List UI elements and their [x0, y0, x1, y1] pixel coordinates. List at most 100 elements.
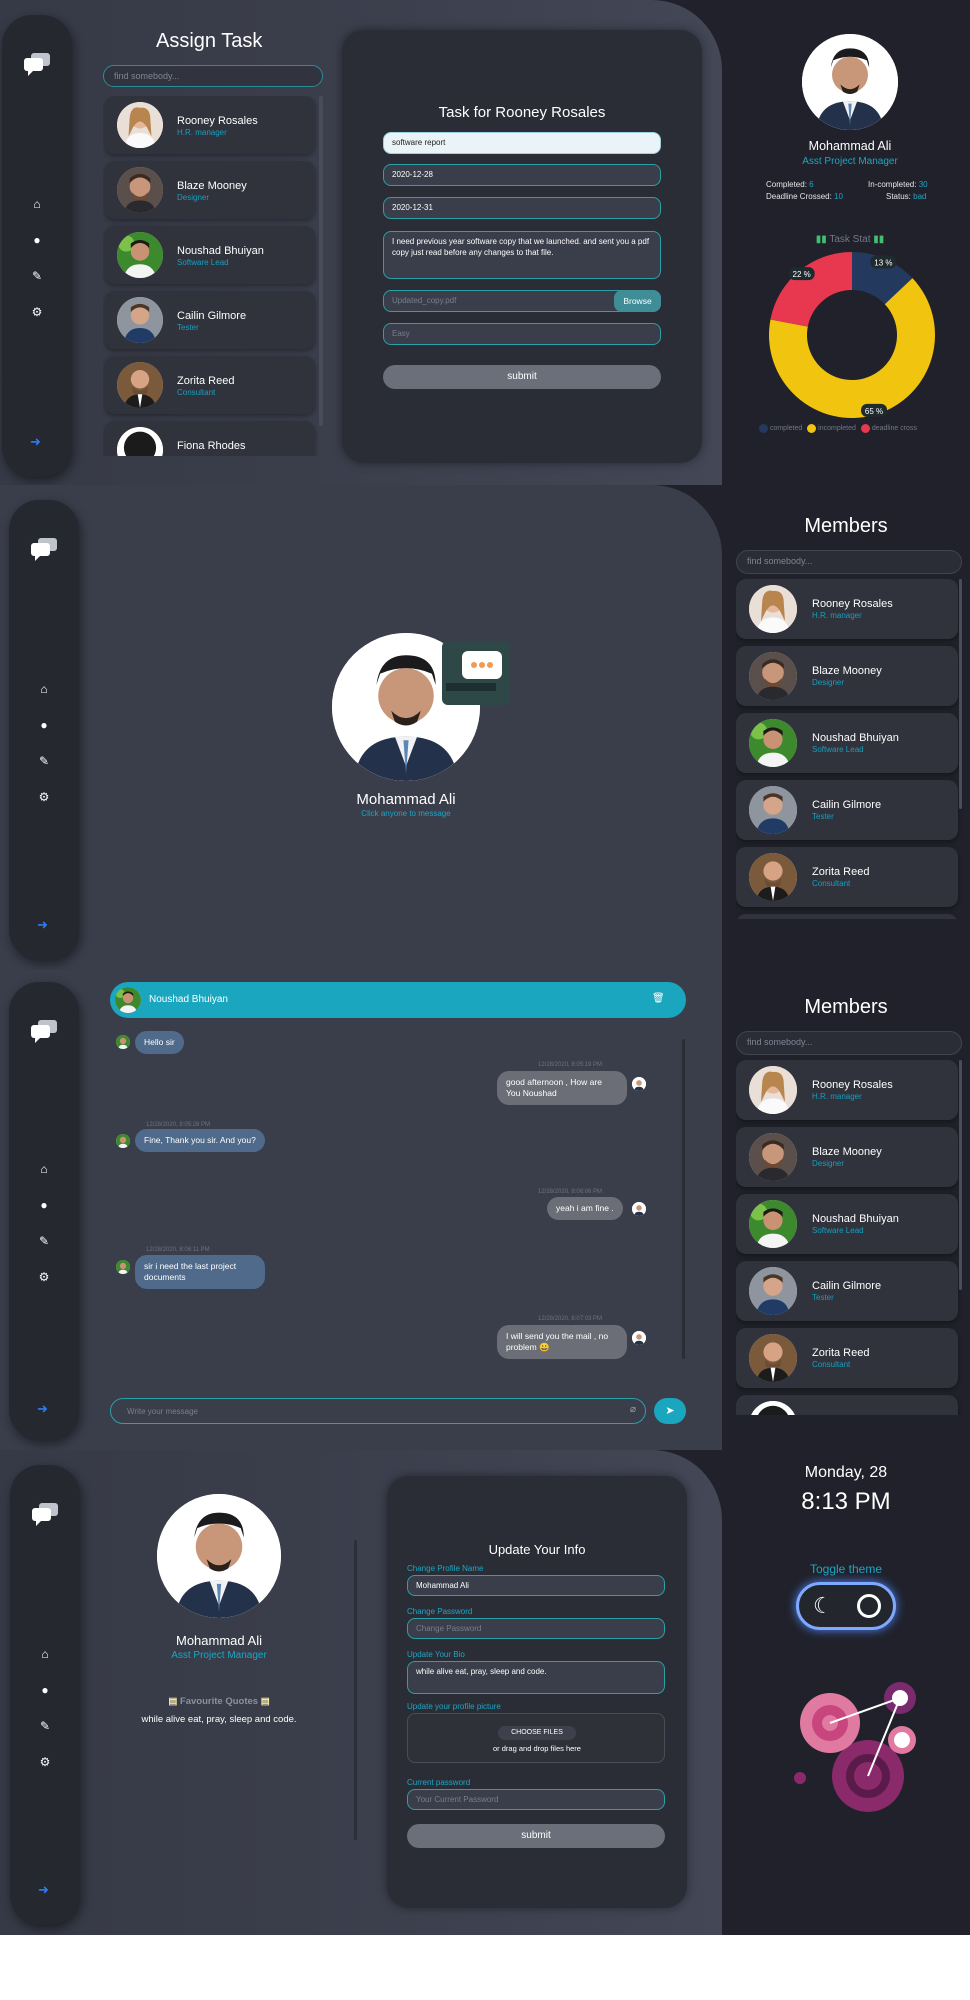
difficulty-input[interactable]: Easy — [383, 323, 661, 345]
member-card[interactable]: Cailin Gilmore Tester — [736, 780, 958, 840]
avatar — [749, 652, 797, 700]
chat-icon[interactable]: ● — [37, 1198, 51, 1212]
member-name: Noushad Bhuiyan — [177, 245, 264, 257]
member-card[interactable]: Blaze Mooney Designer — [736, 646, 958, 706]
logout-icon[interactable]: ➜ — [30, 435, 44, 449]
deadline-label: Deadline Crossed: — [766, 192, 832, 201]
profile-name-input[interactable]: Mohammad Ali — [407, 1575, 665, 1596]
member-card[interactable]: Zorita Reed Consultant — [736, 1328, 958, 1388]
start-date-input[interactable]: 2020-12-28 — [383, 164, 661, 186]
member-card[interactable]: Noushad Bhuiyan Software Lead — [105, 226, 315, 284]
current-password-input[interactable]: Your Current Password — [407, 1789, 665, 1810]
member-card[interactable]: Fiona Rhodes — [105, 421, 315, 456]
field-label: Change Profile Name — [407, 1564, 484, 1573]
messages-scrollbar[interactable] — [682, 1039, 685, 1359]
assign-title: Assign Task — [156, 30, 263, 52]
donut-slice[interactable] — [770, 252, 852, 327]
chat-logo-icon — [29, 1018, 59, 1044]
bio-textarea[interactable]: while alive eat, pray, sleep and code. — [407, 1661, 665, 1694]
update-form-title: Update Your Info — [488, 1542, 586, 1557]
sidebar-nav: ⌂ ● ✎ ⚙ — [10, 1647, 80, 1791]
end-date-input[interactable]: 2020-12-31 — [383, 197, 661, 219]
typing-chat-icon — [442, 641, 510, 705]
member-list-scrollbar[interactable] — [319, 96, 323, 426]
member-card[interactable]: Zorita Reed Consultant — [105, 356, 315, 414]
attach-icon[interactable]: ⌀ — [630, 1404, 636, 1415]
gear-icon[interactable]: ⚙ — [37, 1270, 51, 1284]
description-textarea[interactable]: I need previous year software copy that … — [383, 231, 661, 279]
legend-item[interactable]: deadline cross — [858, 424, 917, 433]
member-card[interactable]: Blaze Mooney Designer — [105, 161, 315, 219]
chat-logo-icon — [30, 1501, 60, 1527]
home-icon[interactable]: ⌂ — [37, 1162, 51, 1176]
chat-icon[interactable]: ● — [37, 718, 51, 732]
user-name: Mohammad Ali — [356, 791, 456, 808]
sidebar: ⌂ ● ✎ ⚙ ➜ — [2, 15, 72, 477]
file-drop-zone[interactable]: CHOOSE FILES or drag and drop files here — [407, 1713, 665, 1763]
choose-files-button[interactable]: CHOOSE FILES — [498, 1726, 576, 1740]
gear-icon[interactable]: ⚙ — [37, 790, 51, 804]
member-card[interactable] — [736, 1395, 958, 1415]
sidebar: ⌂ ● ✎ ⚙ ➜ — [9, 500, 79, 960]
member-name: Fiona Rhodes — [177, 440, 246, 452]
members-scrollbar[interactable] — [959, 1060, 962, 1290]
member-card[interactable]: Rooney Rosales H.R. manager — [736, 1060, 958, 1120]
moon-icon: ☾ — [813, 1593, 833, 1618]
task-stat-donut-chart: 13 % 65 % 22 % — [769, 252, 935, 418]
edit-icon[interactable]: ✎ — [30, 269, 44, 283]
theme-toggle[interactable]: ☾ — [796, 1582, 896, 1630]
legend-item[interactable]: incompleted — [804, 424, 856, 433]
home-icon[interactable]: ⌂ — [38, 1647, 52, 1661]
gear-icon[interactable]: ⚙ — [38, 1755, 52, 1769]
member-card[interactable]: Noushad Bhuiyan Software Lead — [736, 713, 958, 773]
member-card[interactable]: Blaze Mooney Designer — [736, 1127, 958, 1187]
member-card[interactable]: Zorita Reed Consultant — [736, 847, 958, 907]
member-card[interactable]: Cailin Gilmore Tester — [105, 291, 315, 349]
task-submit-button[interactable]: submit — [383, 365, 661, 389]
edit-icon[interactable]: ✎ — [37, 1234, 51, 1248]
chat-logo-icon — [29, 536, 59, 562]
delete-chat-icon[interactable]: 🗑 — [652, 993, 665, 1004]
member-name: Cailin Gilmore — [177, 310, 247, 322]
browse-button[interactable]: Browse — [614, 290, 661, 312]
member-card[interactable] — [736, 914, 958, 919]
incoming-message: sir i need the last project documents — [135, 1255, 265, 1289]
member-role: Software Lead — [177, 258, 229, 267]
member-search-input[interactable]: find somebody... — [103, 65, 323, 87]
edit-icon[interactable]: ✎ — [38, 1719, 52, 1733]
message-timestamp: 12/28/2020, 8:06:11 PM — [146, 1247, 210, 1253]
gear-icon[interactable]: ⚙ — [30, 305, 44, 319]
profile-role: Asst Project Manager — [802, 156, 898, 167]
send-button[interactable]: ➤ — [654, 1398, 686, 1424]
message-input[interactable]: Write your message — [110, 1398, 646, 1424]
task-name-input[interactable]: software report — [383, 132, 661, 154]
home-icon[interactable]: ⌂ — [37, 682, 51, 696]
member-card[interactable]: Noushad Bhuiyan Software Lead — [736, 1194, 958, 1254]
avatar — [117, 297, 163, 343]
update-submit-button[interactable]: submit — [407, 1824, 665, 1848]
logout-icon[interactable]: ➜ — [38, 1883, 52, 1897]
member-card[interactable]: Cailin Gilmore Tester — [736, 1261, 958, 1321]
members-title: Members — [804, 515, 888, 537]
legend-swatch — [807, 424, 817, 433]
logout-icon[interactable]: ➜ — [37, 918, 51, 932]
field-label: Change Password — [407, 1607, 473, 1616]
chat-icon[interactable]: ● — [38, 1683, 52, 1697]
edit-icon[interactable]: ✎ — [37, 754, 51, 768]
sidebar-nav: ⌂ ● ✎ ⚙ — [9, 1162, 79, 1306]
members-scrollbar[interactable] — [959, 579, 962, 809]
legend-item[interactable]: completed — [759, 424, 802, 433]
home-icon[interactable]: ⌂ — [30, 197, 44, 211]
incompleted-value: 30 — [918, 180, 928, 189]
chat-icon[interactable]: ● — [30, 233, 44, 247]
logout-icon[interactable]: ➜ — [37, 1402, 51, 1416]
user-mini-avatar — [632, 1202, 646, 1216]
members-search-input[interactable]: find somebody... — [736, 550, 962, 574]
member-card[interactable]: Rooney Rosales H.R. manager — [736, 579, 958, 639]
sidebar: ⌂ ● ✎ ⚙ ➜ — [10, 1465, 80, 1925]
members-search-input[interactable]: find somebody... — [736, 1031, 962, 1055]
sidebar: ⌂ ● ✎ ⚙ ➜ — [9, 982, 79, 1440]
outgoing-message: I will send you the mail , no problem 😀 — [497, 1325, 627, 1359]
member-card[interactable]: Rooney Rosales H.R. manager — [105, 96, 315, 154]
new-password-input[interactable]: Change Password — [407, 1618, 665, 1639]
